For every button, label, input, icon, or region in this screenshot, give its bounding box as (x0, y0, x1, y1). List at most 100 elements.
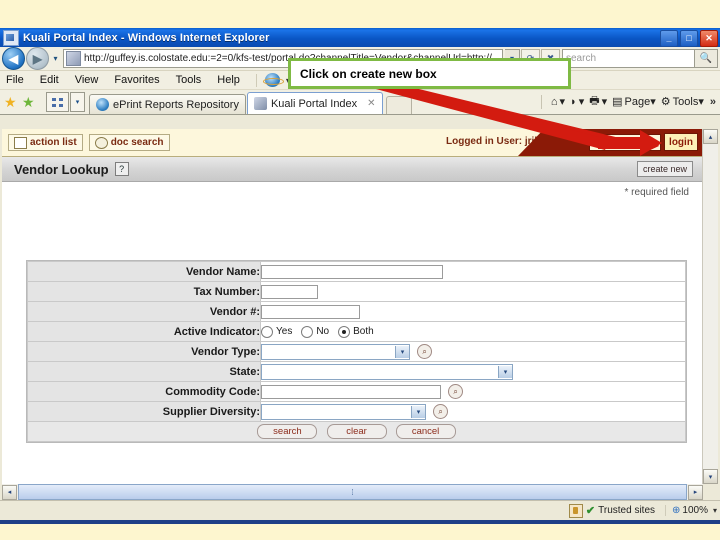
gear-icon: ⚙ (660, 96, 671, 108)
ie-page-icon (96, 98, 109, 111)
field-vendor-name (260, 261, 686, 282)
horizontal-scrollbar[interactable]: ◂ ⁞ ▸ (2, 484, 703, 500)
history-dropdown-button[interactable]: ▾ (50, 54, 61, 63)
zoom-control[interactable]: ⊕ 100% ▾ (665, 505, 717, 516)
quick-tabs-button[interactable] (46, 92, 69, 112)
forward-arrow-icon: ▶ (32, 51, 43, 66)
command-bar: ⌂ ▾ ◗ ▾ 🖶 ▾ ▤ Page ▾ ⚙ Tools ▾ » (537, 92, 720, 114)
vendor-type-select[interactable]: ▾ (261, 343, 410, 360)
vendor-number-input[interactable] (261, 304, 360, 319)
label-vendor-number: Vendor #: (27, 301, 261, 322)
add-to-favorites-icon[interactable]: ★ (22, 95, 37, 110)
menu-item-edit[interactable]: Edit (40, 74, 59, 86)
page-menu-label: Page (624, 95, 651, 108)
security-zone-area[interactable]: ✔ Trusted sites ⊕ 100% ▾ (568, 503, 720, 518)
feeds-button[interactable]: ◗ ▾ (570, 95, 585, 109)
login-button[interactable]: login (664, 133, 698, 151)
horizontal-scroll-thumb[interactable]: ⁞ (18, 484, 687, 500)
menu-item-tools[interactable]: Tools (176, 74, 202, 86)
favorites-center-icon[interactable]: ★ (4, 95, 19, 110)
back-button[interactable]: ◀ (2, 47, 25, 70)
home-button[interactable]: ⌂ ▾ (551, 95, 565, 109)
magnifier-icon (94, 136, 108, 149)
menu-item-file[interactable]: File (6, 74, 24, 86)
menu-item-help[interactable]: Help (217, 74, 240, 86)
scroll-down-button[interactable]: ▾ (703, 469, 718, 484)
scroll-right-button[interactable]: ▸ (688, 484, 703, 500)
zoom-chevron-icon[interactable]: ▾ (713, 506, 717, 515)
zoom-level-label: 100% (682, 505, 708, 516)
label-vendor-type: Vendor Type: (27, 341, 261, 362)
create-new-button[interactable]: create new (636, 161, 693, 177)
supplier-diversity-select[interactable]: ▾ (261, 403, 426, 420)
vertical-scrollbar[interactable]: ▴ ▾ (702, 129, 718, 484)
page-title: Vendor Lookup (14, 161, 109, 177)
status-bar: ✔ Trusted sites ⊕ 100% ▾ (0, 500, 720, 520)
cancel-button[interactable]: cancel (395, 424, 456, 439)
list-icon (14, 136, 27, 149)
browser-tab-eprint[interactable]: ePrint Reports Repository (89, 94, 246, 114)
magnifier-plus-icon: ⊕ (672, 505, 681, 516)
tab-bar: ★ ★ ▾ ePrint Reports Repository Kuali Po… (0, 90, 720, 115)
action-list-label: action list (30, 137, 77, 148)
field-commodity-code: ⌕ (260, 381, 686, 402)
print-button[interactable]: 🖶 ▾ (589, 92, 607, 111)
window-title-bar: Kuali Portal Index - Windows Internet Ex… (0, 28, 720, 47)
menu-item-favorites[interactable]: Favorites (114, 74, 159, 86)
internet-explorer-icon[interactable] (262, 73, 284, 87)
table-row: State: ▾ (27, 361, 686, 382)
field-tax-number (260, 281, 686, 302)
doc-search-label: doc search (110, 137, 164, 148)
forward-button[interactable]: ▶ (26, 47, 49, 70)
page-menu-button[interactable]: ▤ Page ▾ (612, 95, 656, 109)
tab-label: Kuali Portal Index (270, 97, 358, 110)
tools-menu-button[interactable]: ⚙ Tools ▾ (660, 95, 704, 109)
radio-active-no[interactable] (301, 325, 314, 338)
tab-list-button[interactable]: ▾ (70, 92, 85, 112)
action-list-button[interactable]: action list (8, 134, 83, 151)
vendor-type-lookup-icon[interactable]: ⌕ (417, 344, 433, 359)
feeds-chevron-icon: ▾ (578, 96, 585, 108)
lock-icon (568, 503, 583, 518)
field-vendor-type: ▾ ⌕ (260, 341, 686, 362)
doc-search-button[interactable]: doc search (88, 134, 170, 151)
minimize-button[interactable]: _ (660, 30, 678, 47)
browser-tab-kuali[interactable]: Kuali Portal Index ✕ (246, 92, 383, 114)
close-button[interactable]: ✕ (700, 30, 718, 47)
commodity-code-lookup-icon[interactable]: ⌕ (448, 384, 464, 399)
label-tax-number: Tax Number: (27, 281, 261, 302)
label-supplier-diversity: Supplier Diversity: (27, 401, 261, 422)
radio-active-both[interactable] (338, 325, 351, 338)
command-overflow-button[interactable]: » (710, 96, 716, 108)
help-icon[interactable]: ? (114, 162, 129, 176)
page-favicon-icon (66, 51, 81, 66)
clear-button[interactable]: clear (326, 424, 387, 439)
vendor-name-input[interactable] (261, 264, 443, 279)
state-select[interactable]: ▾ (261, 363, 513, 380)
search-go-button[interactable]: 🔍 (695, 49, 718, 68)
grid-icon (52, 97, 63, 107)
table-row: Commodity Code: ⌕ (27, 381, 686, 402)
annotation-callout: Click on create new box (288, 58, 571, 89)
page-title-bar: Vendor Lookup ? create new (2, 157, 703, 182)
supplier-diversity-lookup-icon[interactable]: ⌕ (433, 404, 449, 419)
scroll-up-button[interactable]: ▴ (703, 129, 718, 144)
page-content: action list doc search Logged in User: j… (2, 129, 703, 484)
tax-number-input[interactable] (261, 284, 318, 299)
radio-active-yes[interactable] (261, 325, 273, 338)
security-zone-label: Trusted sites (598, 505, 656, 516)
print-icon: 🖶 (589, 95, 600, 107)
table-row: search clear cancel (27, 421, 686, 442)
tab-close-icon[interactable]: ✕ (367, 98, 375, 109)
maximize-button[interactable]: □ (680, 30, 698, 47)
page-icon: ▤ (612, 96, 623, 108)
menu-item-view[interactable]: View (75, 74, 99, 86)
scroll-left-button[interactable]: ◂ (2, 484, 17, 500)
commodity-code-input[interactable] (261, 384, 441, 399)
new-tab-button[interactable] (385, 96, 412, 114)
search-input[interactable]: search (562, 49, 695, 68)
login-input[interactable] (589, 134, 661, 151)
table-row: Vendor Name: (27, 261, 686, 282)
label-state: State: (27, 361, 261, 382)
search-button[interactable]: search (257, 424, 318, 439)
